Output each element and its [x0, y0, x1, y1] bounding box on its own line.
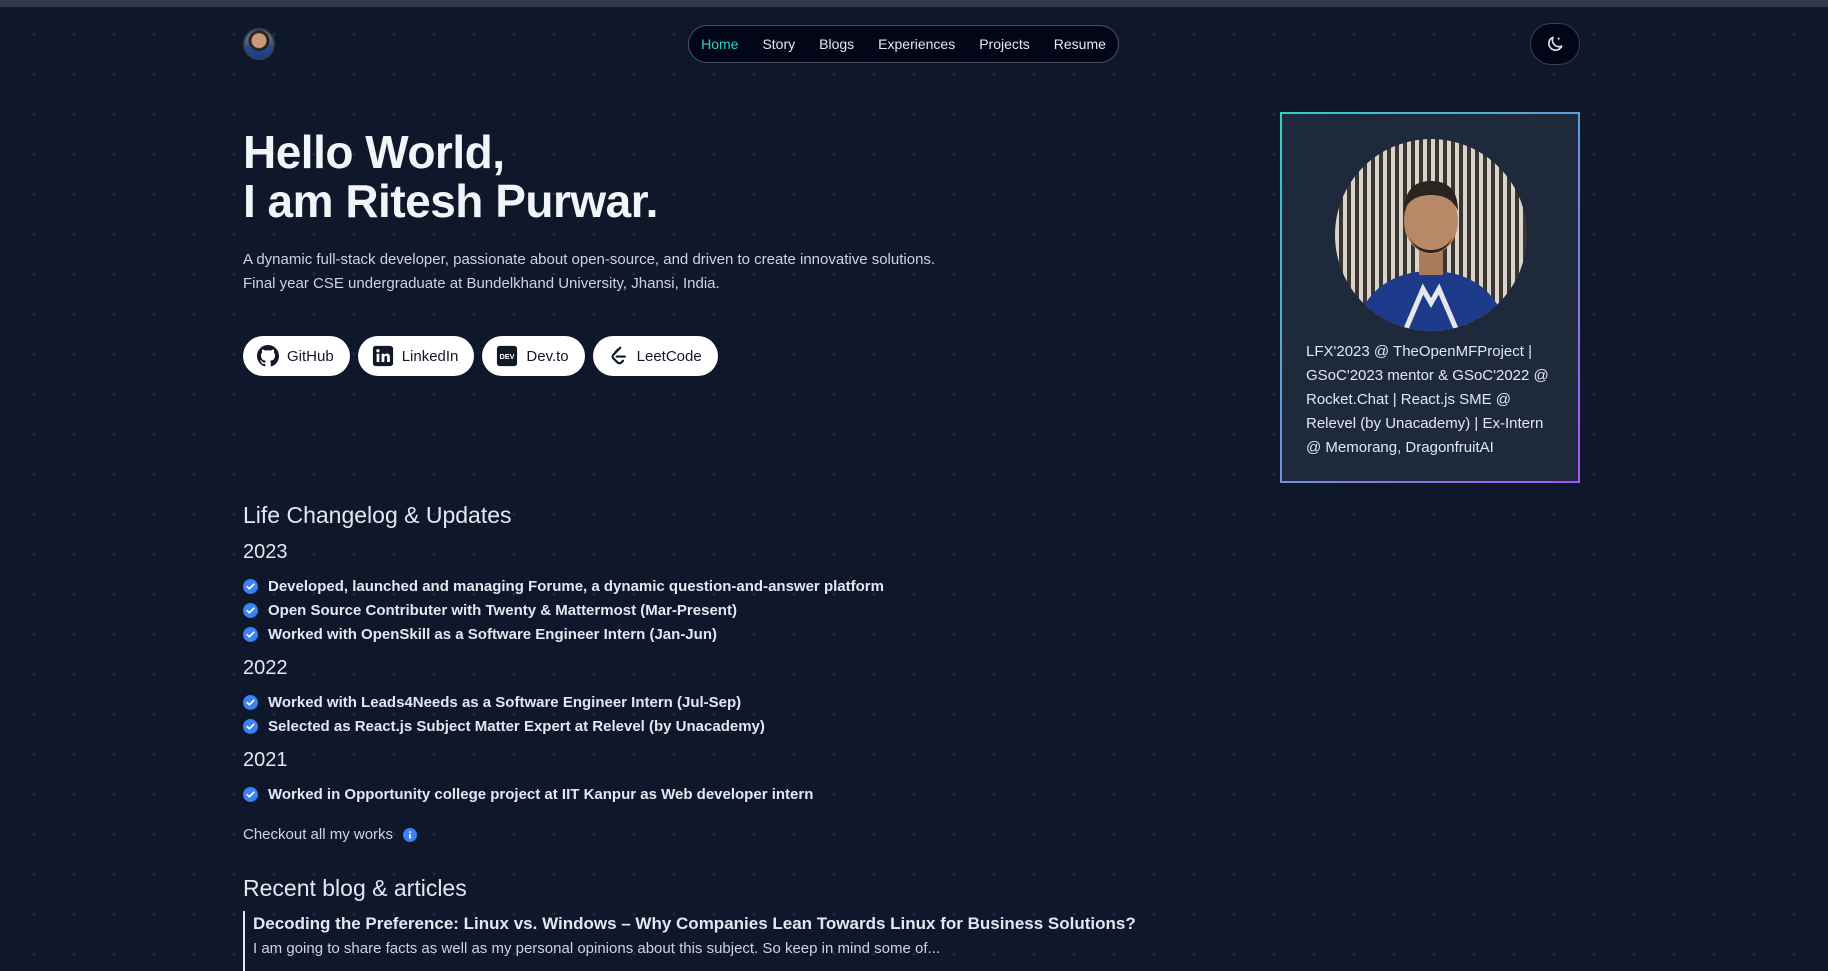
github-icon — [257, 345, 279, 367]
linkedin-button[interactable]: LinkedIn — [357, 336, 475, 376]
blog-post-excerpt: I am going to share facts as well as my … — [253, 940, 941, 957]
check-badge-icon — [243, 695, 258, 710]
theme-toggle-button[interactable] — [1530, 23, 1580, 65]
checkout-works-link[interactable]: Checkout all my works — [243, 826, 418, 843]
blogs-title: Recent blog & articles — [243, 875, 467, 901]
year-2022: 2022 — [243, 657, 288, 679]
check-badge-icon — [243, 579, 258, 594]
hero-title: Hello World, I am Ritesh Purwar. — [243, 128, 658, 226]
year-2021: 2021 — [243, 749, 288, 771]
check-badge-icon — [243, 719, 258, 734]
nav-item-story[interactable]: Story — [762, 36, 795, 52]
list-item-text: Worked with OpenSkill as a Software Engi… — [268, 626, 717, 643]
linkedin-label: LinkedIn — [401, 347, 459, 365]
github-button[interactable]: GitHub — [243, 336, 350, 376]
hero-desc-line-2: Final year CSE undergraduate at Bundelkh… — [243, 275, 720, 292]
devto-label: Dev.to — [526, 347, 569, 365]
blog-post: Decoding the Preference: Linux vs. Windo… — [243, 911, 1153, 971]
list-item-text: Open Source Contributer with Twenty & Ma… — [268, 602, 737, 619]
devto-button[interactable]: DEV Dev.to — [482, 336, 585, 376]
check-badge-icon — [243, 627, 258, 642]
profile-card: LFX'2023 @ TheOpenMFProject | GSoC'2023 … — [1280, 112, 1580, 483]
nav-item-blogs[interactable]: Blogs — [819, 36, 854, 52]
hero-greeting: Hello World, — [243, 126, 505, 178]
list-item-text: Worked in Opportunity college project at… — [268, 786, 814, 803]
nav-item-projects[interactable]: Projects — [979, 36, 1030, 52]
blog-post-title[interactable]: Decoding the Preference: Linux vs. Windo… — [253, 911, 1153, 937]
hero-description: A dynamic full-stack developer, passiona… — [243, 248, 943, 296]
github-label: GitHub — [287, 347, 334, 365]
list-item: Open Source Contributer with Twenty & Ma… — [243, 602, 737, 619]
profile-photo — [1335, 139, 1527, 331]
leetcode-icon — [611, 346, 626, 365]
hero-name: I am Ritesh Purwar. — [243, 175, 658, 227]
hero-desc-line-1: A dynamic full-stack developer, passiona… — [243, 251, 936, 268]
list-item-text: Developed, launched and managing Forume,… — [268, 578, 884, 595]
list-item: Worked in Opportunity college project at… — [243, 786, 813, 803]
social-links: GitHub LinkedIn DEV Dev.to LeetCode — [243, 336, 718, 376]
list-item: Developed, launched and managing Forume,… — [243, 578, 884, 595]
nav-item-resume[interactable]: Resume — [1054, 36, 1106, 52]
main-nav: Home Story Blogs Experiences Projects Re… — [688, 25, 1119, 63]
nav-item-experiences[interactable]: Experiences — [878, 36, 955, 52]
list-item-text: Worked with Leads4Needs as a Software En… — [268, 694, 742, 711]
list-item: Selected as React.js Subject Matter Expe… — [243, 718, 765, 735]
list-item: Worked with OpenSkill as a Software Engi… — [243, 626, 717, 643]
devto-icon: DEV — [497, 345, 518, 367]
check-badge-icon — [243, 787, 258, 802]
top-accent-bar — [0, 0, 1828, 7]
list-item: Worked with Leads4Needs as a Software En… — [243, 694, 741, 711]
changelog-title: Life Changelog & Updates — [243, 502, 512, 528]
nav-item-home[interactable]: Home — [701, 36, 738, 52]
check-badge-icon — [243, 603, 258, 618]
linkedin-icon — [372, 345, 393, 367]
svg-text:DEV: DEV — [500, 352, 515, 361]
list-item-text: Selected as React.js Subject Matter Expe… — [268, 718, 765, 735]
checkout-works-label: Checkout all my works — [243, 826, 394, 843]
moon-icon — [1548, 36, 1563, 51]
info-icon — [403, 827, 418, 842]
leetcode-label: LeetCode — [636, 347, 702, 365]
year-2023: 2023 — [243, 541, 288, 563]
avatar[interactable] — [243, 28, 275, 60]
profile-bio: LFX'2023 @ TheOpenMFProject | GSoC'2023 … — [1306, 343, 1549, 456]
leetcode-button[interactable]: LeetCode — [592, 336, 718, 376]
